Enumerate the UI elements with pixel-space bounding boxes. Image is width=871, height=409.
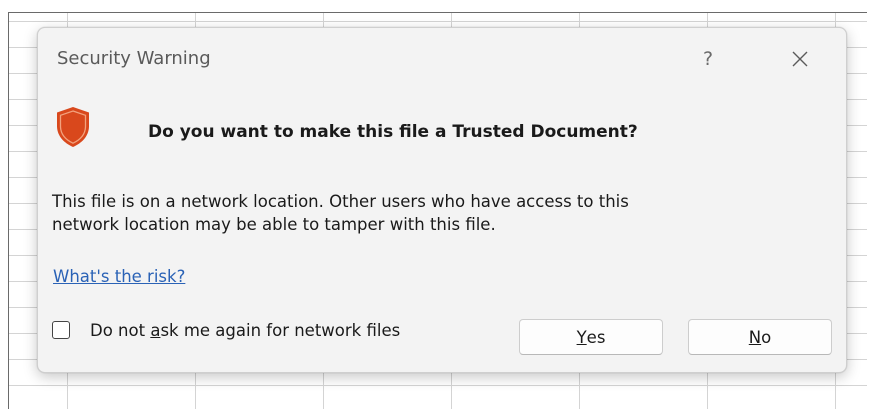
- no-button-label: o: [761, 327, 772, 347]
- dont-ask-again-checkbox[interactable]: [52, 321, 70, 339]
- dont-ask-again-label[interactable]: Do not ask me again for network files: [90, 321, 400, 340]
- yes-button-label: es: [586, 327, 606, 347]
- yes-button-mnemonic: Y: [576, 327, 587, 347]
- checkbox-label-after: sk me again for network files: [160, 320, 401, 340]
- checkbox-label-mnemonic: a: [150, 320, 161, 340]
- shield-icon: [57, 107, 89, 147]
- message-line: network location may be able to tamper w…: [52, 215, 496, 234]
- help-button[interactable]: ?: [690, 42, 726, 76]
- checkbox-label-before: Do not: [90, 320, 151, 340]
- close-button[interactable]: [780, 42, 820, 76]
- yes-button[interactable]: Yes: [519, 319, 663, 355]
- no-button[interactable]: No: [688, 319, 832, 355]
- dialog-question: Do you want to make this file a Trusted …: [148, 122, 638, 142]
- dont-ask-again-checkbox-row[interactable]: Do not ask me again for network files: [52, 318, 400, 342]
- security-warning-dialog: Security Warning ? Do you want to make t…: [37, 27, 847, 373]
- help-icon: ?: [702, 48, 714, 70]
- dialog-message: This file is on a network location. Othe…: [52, 190, 812, 236]
- no-button-mnemonic: N: [748, 327, 762, 347]
- dialog-title: Security Warning: [57, 48, 211, 69]
- close-icon: [792, 51, 808, 67]
- whats-the-risk-link[interactable]: What's the risk?: [53, 267, 185, 286]
- message-line: This file is on a network location. Othe…: [52, 192, 629, 211]
- dialog-title-bar[interactable]: Security Warning ?: [38, 28, 846, 92]
